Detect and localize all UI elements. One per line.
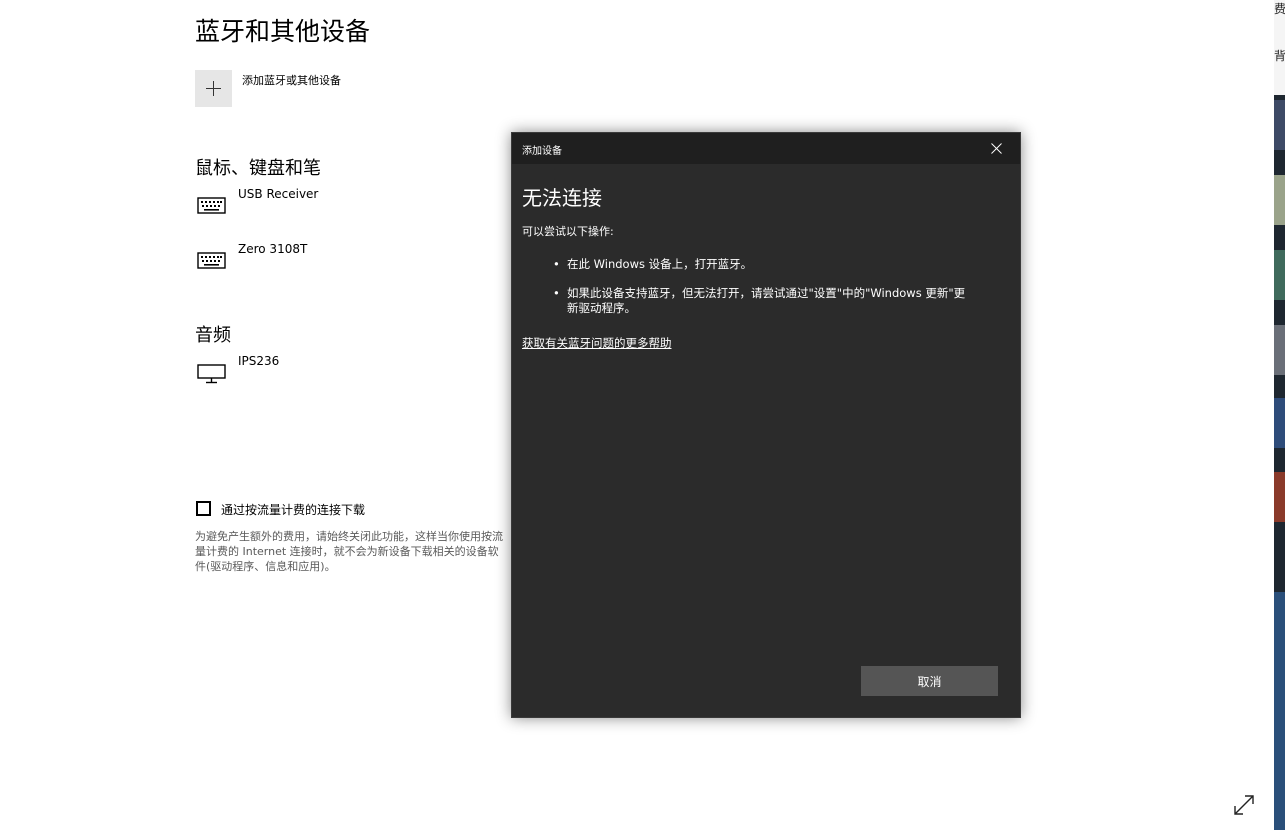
expand-icon[interactable] bbox=[1232, 793, 1256, 817]
device-zero-3108t[interactable]: Zero 3108T bbox=[195, 242, 455, 278]
plus-icon bbox=[206, 81, 221, 96]
background-text: 费 bbox=[1274, 2, 1285, 16]
keyboard-icon bbox=[197, 197, 226, 214]
wallpaper-thumb bbox=[1274, 100, 1285, 150]
suggestion-text: 如果此设备支持蓝牙，但无法打开，请尝试通过"设置"中的"Windows 更新"更… bbox=[567, 286, 966, 315]
background-wallpaper-strip: 费 背 bbox=[1274, 0, 1285, 830]
bullet-dot: • bbox=[553, 286, 560, 300]
wallpaper-thumb bbox=[1274, 175, 1285, 225]
section-title-audio: 音频 bbox=[195, 325, 231, 346]
background-window-edge: 费 背 bbox=[1274, 0, 1285, 95]
wallpaper-thumb bbox=[1274, 250, 1285, 300]
metered-download-description: 为避免产生额外的费用，请始终关闭此功能，这样当你使用按流量计费的 Interne… bbox=[195, 530, 503, 573]
add-device-label[interactable]: 添加蓝牙或其他设备 bbox=[242, 72, 341, 88]
add-device-button[interactable] bbox=[195, 70, 232, 107]
device-name: USB Receiver bbox=[238, 187, 319, 201]
metered-download-label: 通过按流量计费的连接下载 bbox=[221, 503, 366, 517]
device-usb-receiver[interactable]: USB Receiver bbox=[195, 187, 455, 223]
bluetooth-help-link[interactable]: 获取有关蓝牙问题的更多帮助 bbox=[522, 335, 672, 351]
dialog-intro: 可以尝试以下操作: bbox=[522, 225, 614, 238]
wallpaper-thumb bbox=[1274, 398, 1285, 448]
cancel-button[interactable]: 取消 bbox=[861, 666, 998, 696]
page-title: 蓝牙和其他设备 bbox=[195, 17, 371, 46]
bullet-dot: • bbox=[553, 257, 560, 271]
device-ips236[interactable]: IPS236 bbox=[195, 354, 455, 390]
metered-download-checkbox[interactable] bbox=[196, 501, 211, 516]
dialog-heading: 无法连接 bbox=[522, 186, 602, 210]
dialog-window-title: 添加设备 bbox=[522, 146, 562, 157]
dialog-titlebar[interactable]: 添加设备 bbox=[512, 133, 1020, 164]
suggestion-text: 在此 Windows 设备上，打开蓝牙。 bbox=[567, 257, 753, 271]
background-text: 背 bbox=[1274, 49, 1285, 63]
monitor-icon bbox=[197, 364, 226, 384]
close-icon bbox=[991, 143, 1002, 154]
device-name: IPS236 bbox=[238, 354, 280, 368]
section-title-input-devices: 鼠标、键盘和笔 bbox=[195, 158, 321, 179]
wallpaper-thumb bbox=[1274, 592, 1285, 830]
close-button[interactable] bbox=[974, 133, 1020, 164]
add-device-dialog: 添加设备 无法连接 可以尝试以下操作: • 在此 Windows 设备上，打开蓝… bbox=[511, 132, 1021, 718]
wallpaper-thumb bbox=[1274, 472, 1285, 522]
keyboard-icon bbox=[197, 252, 226, 269]
wallpaper-thumb bbox=[1274, 325, 1285, 375]
device-name: Zero 3108T bbox=[238, 242, 308, 256]
